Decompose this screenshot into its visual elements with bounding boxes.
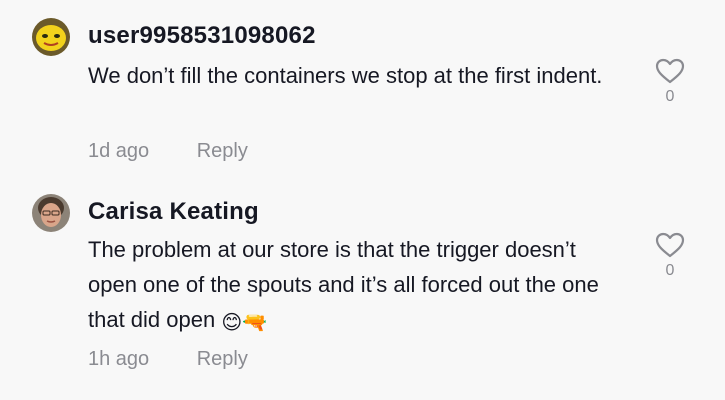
- heart-icon: [655, 232, 685, 258]
- like-button[interactable]: 0: [648, 232, 692, 280]
- comment-text-body: The problem at our store is that the tri…: [88, 237, 599, 332]
- comment-text: The problem at our store is that the tri…: [88, 232, 628, 341]
- comment-item: user9958531098062 We don’t fill the cont…: [0, 0, 725, 186]
- comment-username[interactable]: user9958531098062: [88, 22, 316, 50]
- comment-item: Carisa Keating The problem at our store …: [0, 186, 725, 400]
- comment-username[interactable]: Carisa Keating: [88, 198, 259, 226]
- reply-button[interactable]: Reply: [197, 348, 248, 371]
- emoji-smile-water-gun: 😊🔫: [221, 312, 268, 334]
- like-button[interactable]: 0: [648, 58, 692, 106]
- like-count: 0: [665, 88, 675, 105]
- heart-icon: [655, 58, 685, 84]
- yellow-smiley-avatar-icon: [32, 18, 70, 56]
- avatar[interactable]: [32, 194, 70, 232]
- comment-timestamp: 1h ago: [88, 348, 150, 370]
- user-photo-avatar-icon: [32, 194, 70, 232]
- comment-text: We don’t fill the containers we stop at …: [88, 63, 603, 88]
- avatar[interactable]: [32, 18, 70, 56]
- comment-timestamp: 1d ago: [88, 140, 150, 162]
- reply-button[interactable]: Reply: [197, 140, 248, 163]
- like-count: 0: [665, 262, 675, 279]
- comment-meta: 1h ago Reply: [88, 348, 248, 371]
- comment-meta: 1d ago Reply: [88, 140, 248, 163]
